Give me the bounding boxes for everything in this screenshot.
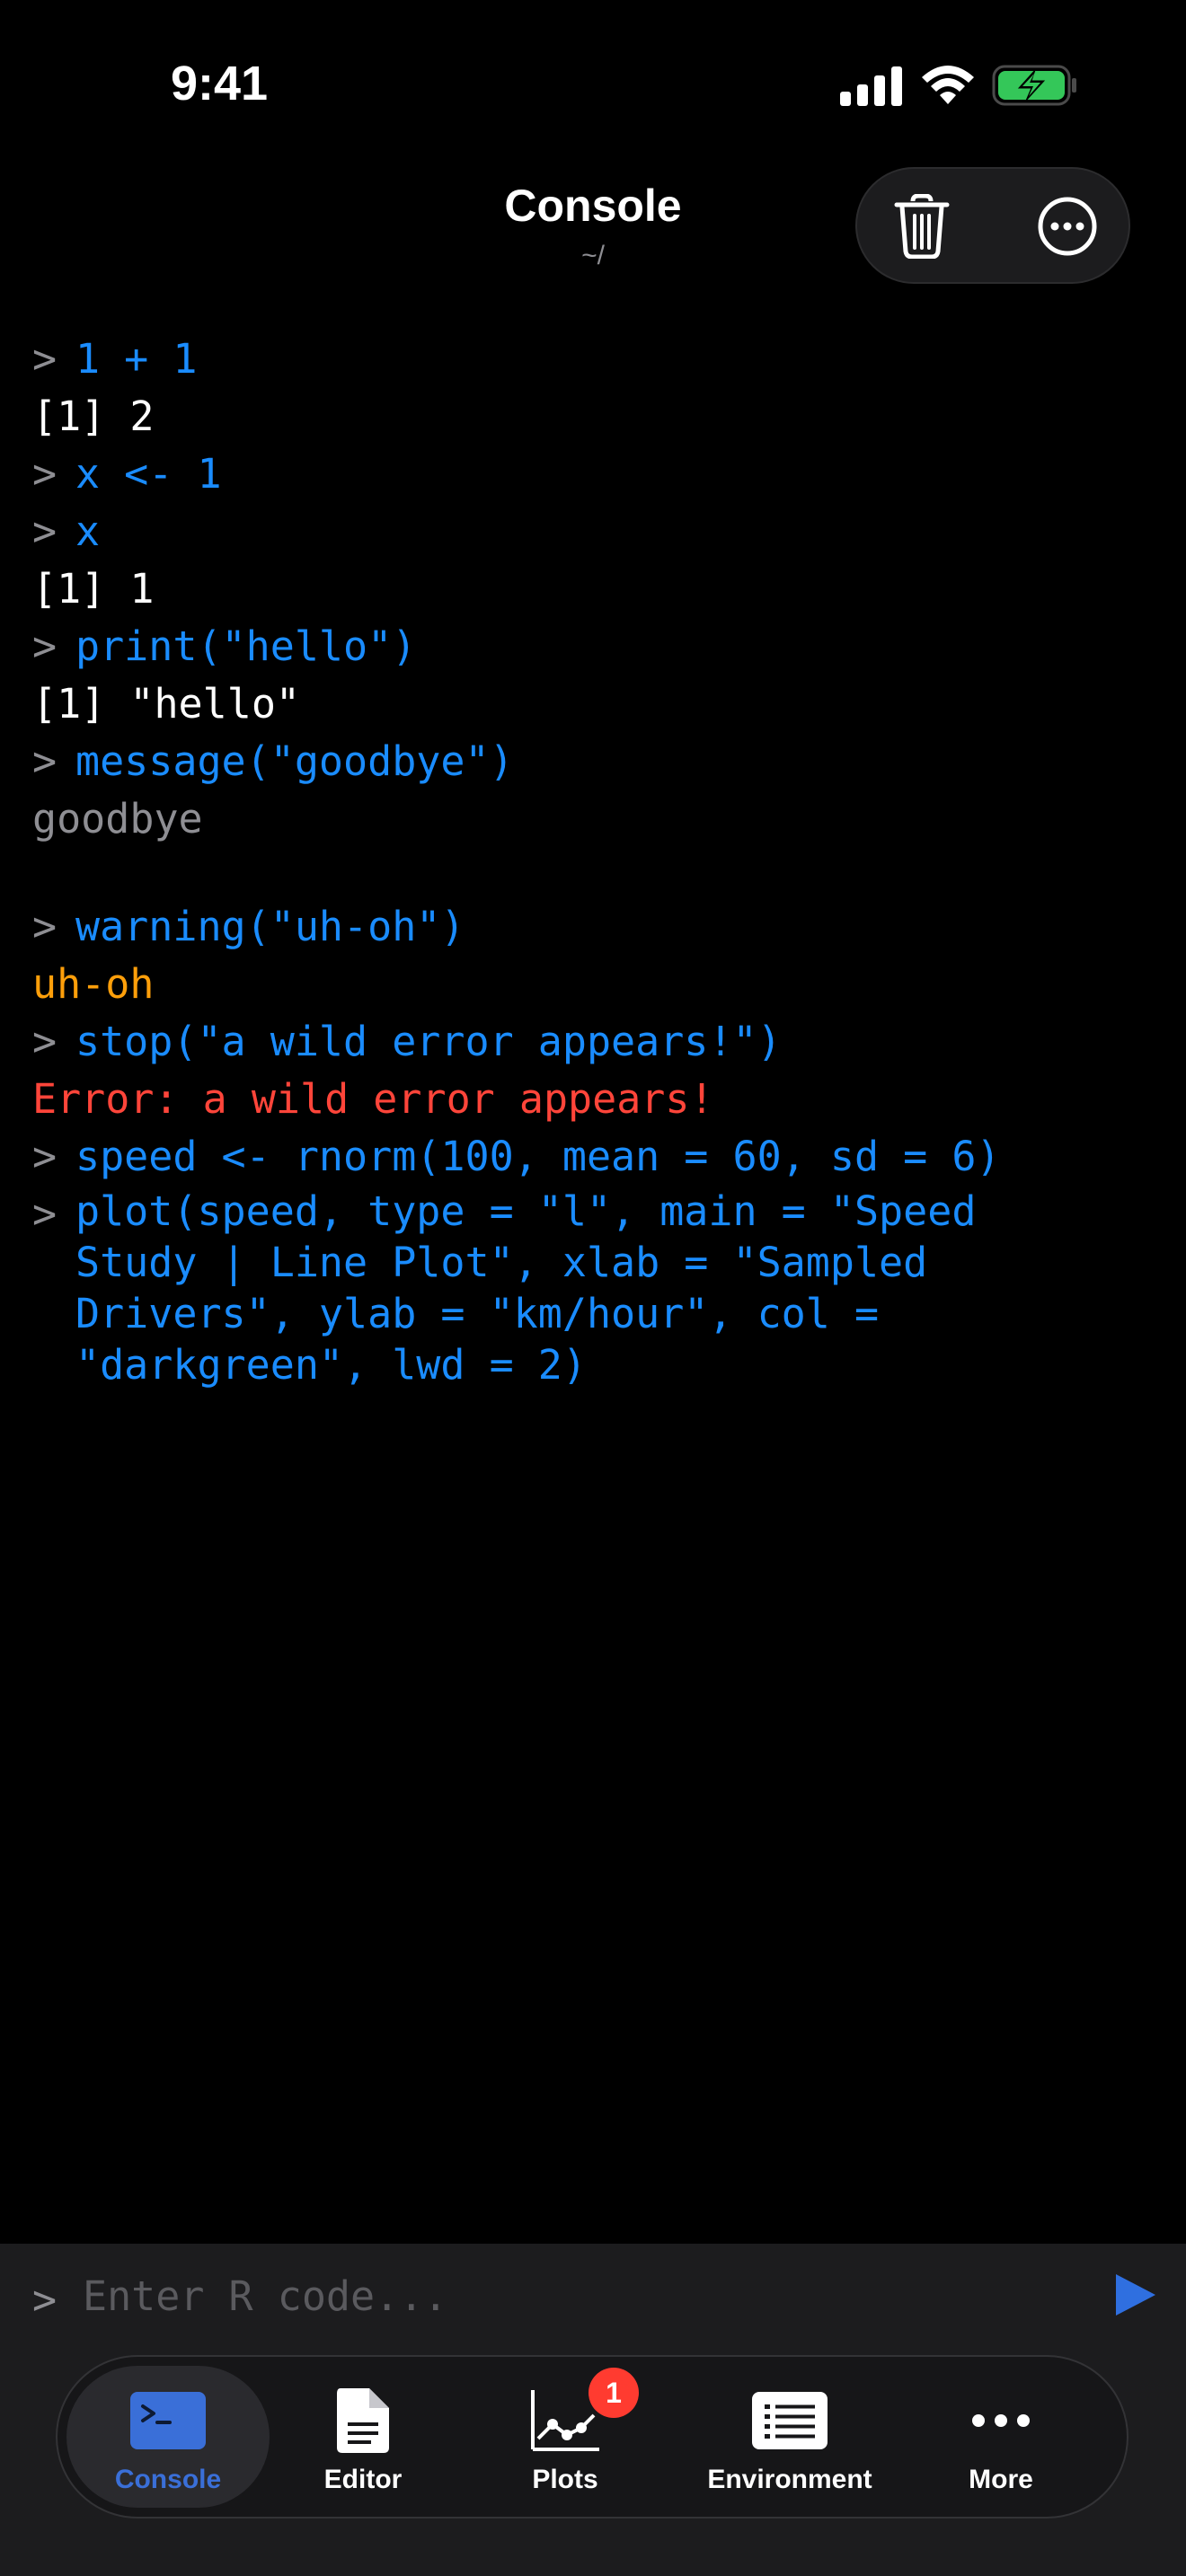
console-line: > x	[32, 503, 1155, 560]
console-command: message("goodbye")	[75, 737, 514, 785]
console-command: plot(speed, type = "l", main = "Speed St…	[75, 1187, 1001, 1389]
line-chart-icon: 1	[529, 2368, 639, 2456]
console-line: > print("hello")	[32, 618, 1155, 675]
console-line: >1 + 1	[32, 331, 1155, 388]
console-command: x <- 1	[75, 450, 222, 498]
console-prompt: >	[32, 737, 58, 785]
console-screen: 9:41 Console ~/ > 1 + 1 [1] 2 > x <- 1 >…	[0, 0, 1186, 2576]
console-prompt: >	[32, 450, 58, 498]
console-line: > message("goodbye")	[32, 733, 1155, 790]
console-prompt: >	[32, 903, 58, 950]
console-line: Error: a wild error appears!	[32, 1071, 1155, 1128]
console-command: print("hello")	[75, 622, 417, 670]
console-line: uh-oh	[32, 956, 1155, 1013]
clear-console-button[interactable]	[884, 189, 960, 264]
console-prompt: >	[32, 335, 58, 383]
cellular-signal-icon	[840, 66, 902, 106]
console-result: [1] "hello"	[32, 680, 301, 728]
wifi-icon	[922, 66, 974, 104]
console-result: [1] 1	[32, 565, 155, 613]
tab-label: Environment	[707, 2465, 872, 2494]
console-warning: uh-oh	[32, 960, 155, 1008]
console-command: stop("a wild error appears!")	[75, 1018, 782, 1065]
document-icon	[335, 2386, 391, 2456]
console-line: > speed <- rnorm(100, mean = 60, sd = 6)	[32, 1128, 1155, 1186]
console-message: goodbye	[32, 795, 203, 842]
header-actions	[855, 167, 1130, 284]
list-icon	[752, 2386, 828, 2456]
console-result: [1] 2	[32, 393, 155, 440]
console-output: >1 + 1 [1] 2 > x <- 1 > x [1] 1 > print("he…	[32, 331, 1155, 1390]
r-code-input[interactable]	[81, 2263, 1073, 2328]
tab-label: More	[969, 2465, 1033, 2494]
console-prompt: >	[32, 622, 58, 670]
console-prompt: >	[32, 1018, 58, 1065]
console-command: 1 + 1	[75, 335, 198, 383]
ellipsis-icon	[969, 2386, 1032, 2456]
console-error: Error: a wild error appears!	[32, 1075, 714, 1123]
console-line: [1] 1	[32, 560, 1155, 618]
tab-editor[interactable]: Editor	[282, 2366, 444, 2508]
tab-console[interactable]: Console	[66, 2366, 270, 2508]
terminal-icon	[130, 2386, 206, 2456]
status-time: 9:41	[171, 57, 269, 110]
battery-charging-icon	[992, 65, 1076, 106]
console-line: > warning("uh-oh")	[32, 898, 1155, 956]
console-line: > stop("a wild error appears!")	[32, 1013, 1155, 1071]
console-spacer	[32, 848, 1155, 898]
console-prompt: >	[32, 507, 58, 555]
status-bar: 9:41	[0, 0, 1186, 171]
run-code-button[interactable]	[1111, 2271, 1159, 2319]
console-command: speed <- rnorm(100, mean = 60, sd = 6)	[75, 1133, 1001, 1180]
trash-icon	[894, 194, 950, 259]
console-command: x	[75, 507, 101, 555]
console-prompt: >	[32, 1190, 58, 1238]
tab-bar: Console Editor 1 Plots Environment More	[56, 2355, 1128, 2519]
console-command: warning("uh-oh")	[75, 903, 465, 950]
console-line: > plot(speed, type = "l", main = "Speed S…	[32, 1186, 1155, 1390]
console-prompt: >	[32, 1133, 58, 1180]
tab-more[interactable]: More	[920, 2366, 1082, 2508]
console-line: [1] 2	[32, 388, 1155, 446]
console-line: goodbye	[32, 790, 1155, 848]
console-line: > x <- 1	[32, 446, 1155, 503]
tab-plots[interactable]: 1 Plots	[480, 2366, 651, 2508]
console-options-button[interactable]	[1030, 189, 1105, 264]
plots-badge: 1	[589, 2368, 639, 2418]
ellipsis-circle-icon	[1038, 197, 1097, 256]
tab-environment[interactable]: Environment	[686, 2366, 893, 2508]
tab-label: Plots	[532, 2465, 598, 2494]
tab-label: Editor	[323, 2465, 403, 2494]
tab-label: Console	[114, 2465, 222, 2494]
input-prompt: >	[32, 2276, 58, 2324]
console-line: [1] "hello"	[32, 675, 1155, 733]
